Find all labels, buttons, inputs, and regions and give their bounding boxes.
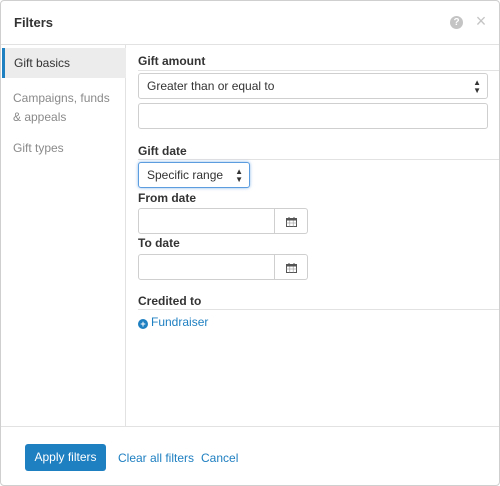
gift-date-divider — [138, 159, 499, 160]
add-fundraiser-label: Fundraiser — [151, 315, 209, 329]
filters-modal: Filters ? × Gift basics Campaigns, funds… — [0, 0, 500, 486]
from-date-input[interactable] — [138, 208, 275, 234]
sidebar-item-label: Gift types — [13, 141, 64, 155]
gift-amount-input[interactable] — [138, 103, 488, 129]
from-date-calendar-button[interactable] — [275, 208, 308, 234]
sidebar-item-gift-types[interactable]: Gift types — [1, 139, 126, 158]
modal-footer: Apply filters Clear all filters Cancel — [1, 426, 499, 485]
sidebar-item-label-line1: Campaigns, funds — [13, 91, 110, 105]
add-fundraiser-link[interactable]: + Fundraiser — [138, 315, 208, 329]
gift-amount-divider — [138, 70, 499, 71]
sidebar-item-campaigns-funds-appeals[interactable]: Campaigns, funds & appeals — [1, 89, 126, 127]
calendar-icon — [286, 217, 297, 227]
clear-all-filters-link[interactable]: Clear all filters — [118, 451, 194, 465]
modal-title: Filters — [14, 15, 54, 30]
apply-filters-button[interactable]: Apply filters — [25, 444, 106, 471]
sidebar-item-label-line2: & appeals — [13, 110, 67, 124]
to-date-input[interactable] — [138, 254, 275, 280]
sidebar-item-gift-basics[interactable]: Gift basics — [2, 48, 126, 78]
select-arrows-icon: ▲ ▼ — [473, 78, 481, 95]
gift-date-range-value: Specific range — [147, 168, 224, 182]
close-icon[interactable]: × — [473, 12, 489, 30]
gift-amount-operator-value: Greater than or equal to — [147, 79, 275, 93]
gift-amount-title: Gift amount — [138, 54, 206, 68]
plus-circle-icon: + — [138, 319, 148, 329]
sidebar-item-label: Gift basics — [14, 56, 71, 70]
gift-amount-operator-select[interactable]: Greater than or equal to ▲ ▼ — [138, 73, 488, 99]
help-icon[interactable]: ? — [450, 16, 463, 29]
gift-date-range-select[interactable]: Specific range ▲ ▼ — [138, 162, 250, 188]
credited-to-title: Credited to — [138, 294, 202, 308]
filter-category-sidebar: Gift basics Campaigns, funds & appeals G… — [1, 45, 126, 426]
modal-header: Filters ? × — [1, 1, 499, 45]
from-date-label: From date — [138, 191, 197, 205]
to-date-calendar-button[interactable] — [275, 254, 308, 280]
select-arrows-icon: ▲ ▼ — [235, 167, 243, 184]
credited-to-divider — [138, 309, 499, 310]
cancel-link[interactable]: Cancel — [201, 451, 238, 465]
to-date-label: To date — [138, 236, 180, 250]
filter-content-panel: Gift amount Greater than or equal to ▲ ▼ … — [126, 45, 499, 426]
calendar-icon — [286, 263, 297, 273]
gift-date-title: Gift date — [138, 144, 187, 158]
